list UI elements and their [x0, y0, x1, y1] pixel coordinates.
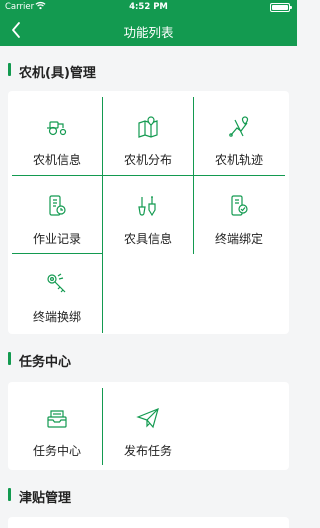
grid-item-terminal-rebind[interactable]: 终端换绑 — [12, 254, 102, 332]
status-bar: Carrier 4:52 PM — [0, 0, 297, 14]
grid-item-label: 发布任务 — [123, 444, 172, 458]
grid-item-machine-distribution[interactable]: 农机分布 — [103, 97, 193, 175]
grid-item-label: 农机轨迹 — [214, 153, 263, 167]
shovel-icon — [138, 196, 156, 217]
map-pin-icon — [138, 116, 158, 138]
grid-item-label: 终端绑定 — [214, 232, 263, 246]
grid-item-label: 农具信息 — [123, 232, 172, 246]
machinery-card: 农机信息 农机分布 农机轨迹 作业记录 农具信息 终端绑定 终端换绑 — [8, 91, 289, 334]
section-header-subsidy: 津贴管理 — [0, 485, 297, 506]
grid-item-label: 农机信息 — [32, 153, 81, 167]
route-icon — [229, 116, 249, 137]
page-title: 功能列表 — [123, 25, 174, 40]
phone-bind-icon — [231, 195, 248, 216]
grid-item-label: 农机分布 — [123, 153, 172, 167]
inbox-icon — [47, 410, 67, 428]
grid-item-label: 任务中心 — [32, 444, 81, 458]
grid-item-task-center[interactable]: 任务中心 — [12, 388, 102, 466]
tasks-card: 任务中心 发布任务 — [8, 382, 289, 470]
grid-item-machine-track[interactable]: 农机轨迹 — [194, 97, 284, 175]
grid-item-terminal-bind[interactable]: 终端绑定 — [194, 176, 284, 254]
section-header-machinery: 农机(具)管理 — [0, 60, 297, 81]
section-title-subsidy: 津贴管理 — [19, 491, 72, 506]
phone-record-icon — [49, 195, 66, 216]
status-time: 4:52 PM — [129, 2, 168, 12]
grid-item-label: 终端换绑 — [32, 310, 81, 324]
section-title-machinery: 农机(具)管理 — [19, 66, 96, 81]
grid-item-publish-task[interactable]: 发布任务 — [103, 388, 193, 466]
grid-item-work-record[interactable]: 作业记录 — [12, 176, 102, 254]
grid-item-implement-info[interactable]: 农具信息 — [103, 176, 193, 254]
section-header-tasks: 任务中心 — [0, 349, 297, 370]
key-icon — [47, 273, 66, 293]
nav-bar: 功能列表 — [0, 14, 297, 46]
section-marker — [8, 488, 11, 501]
battery-icon — [270, 3, 292, 12]
tractor-icon — [47, 121, 67, 136]
subsidy-card — [8, 517, 289, 528]
top-bar: Carrier 4:52 PM 功能列表 — [0, 0, 297, 46]
grid-item-machine-info[interactable]: 农机信息 — [12, 97, 102, 175]
section-title-tasks: 任务中心 — [19, 355, 72, 370]
grid-item-label: 作业记录 — [32, 232, 81, 246]
section-marker — [8, 352, 11, 365]
section-marker — [8, 63, 11, 76]
paper-plane-icon — [136, 407, 159, 429]
